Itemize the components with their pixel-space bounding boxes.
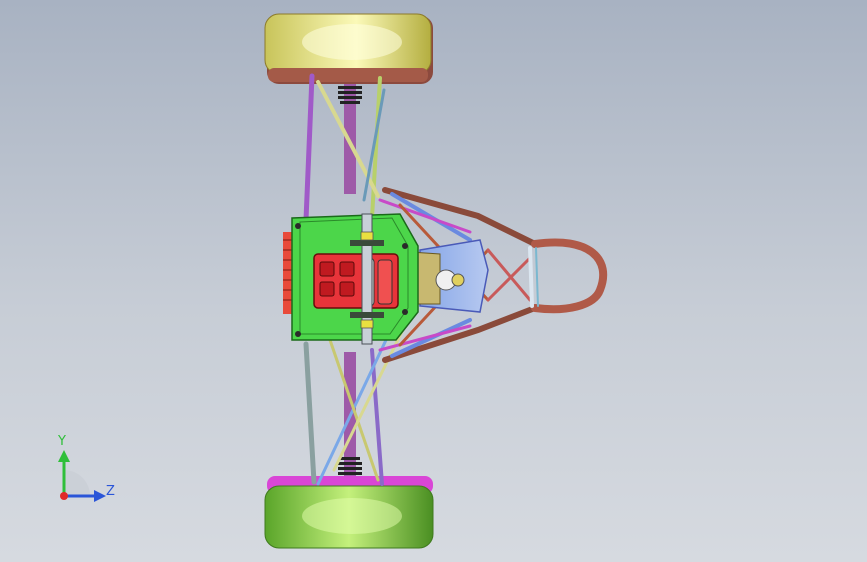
y-axis-arrow-icon [58, 450, 70, 462]
bottom-wheel[interactable] [264, 476, 434, 549]
cad-viewport[interactable]: Y Z [0, 0, 867, 562]
x-axis-dot-icon [60, 492, 68, 500]
z-axis-arrow-icon [94, 490, 106, 502]
z-axis-label: Z [106, 484, 115, 499]
top-wheel[interactable] [264, 13, 433, 84]
triad-graphic [58, 450, 106, 502]
nose-panel [409, 239, 489, 313]
engine-block[interactable] [313, 253, 399, 309]
y-axis-label: Y [58, 434, 66, 449]
orientation-triad: Y Z [44, 434, 124, 516]
vehicle-model[interactable] [0, 0, 867, 562]
